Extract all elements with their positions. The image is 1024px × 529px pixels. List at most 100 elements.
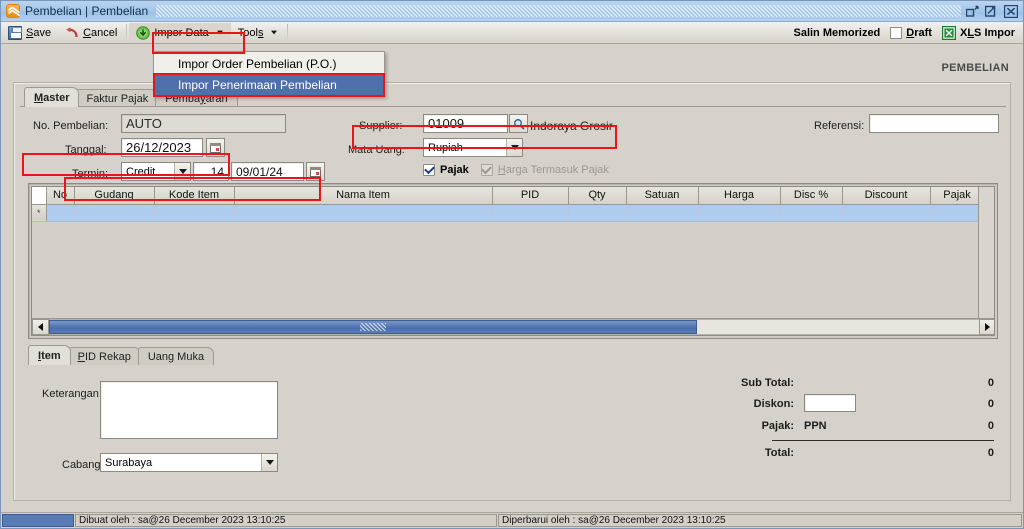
total-value: 0 [987, 447, 994, 459]
grid-horizontal-scrollbar[interactable] [32, 318, 994, 335]
row-marker[interactable]: * [32, 204, 47, 222]
cabang-select[interactable]: Surabaya [100, 453, 278, 472]
column-header-harga[interactable]: Harga [698, 187, 781, 205]
diskon-label: Diskon: [753, 398, 794, 410]
page-body: PEMBELIAN Master Faktur Pajak Pembayaran… [1, 44, 1023, 513]
termin-date-field[interactable]: 09/01/24 [231, 162, 304, 181]
sub-total-label: Sub Total: [741, 377, 794, 389]
pajak-checkbox-box[interactable] [423, 164, 435, 176]
referensi-label: Referensi: [814, 120, 865, 132]
xls-impor-label: XLS Impor [959, 26, 1015, 39]
table-cell[interactable] [74, 204, 155, 222]
pajak-checkbox-label: Pajak [440, 164, 469, 176]
tanggal-label: Tanggal: [65, 144, 107, 156]
tools-button-label: Tools [237, 26, 264, 39]
termin-type-select[interactable]: Credit [121, 162, 191, 181]
pajak-total-label: Pajak: [761, 420, 794, 432]
table-cell[interactable] [154, 204, 235, 222]
status-created: Dibuat oleh : sa@26 December 2023 13:10:… [75, 514, 497, 527]
column-header-pajak[interactable]: Pajak [930, 187, 985, 205]
chevron-down-icon[interactable] [174, 163, 190, 180]
tab-pid-rekap-label: PID Rekap [77, 350, 131, 363]
save-button[interactable]: Save [1, 23, 58, 43]
toolbar: Save Cancel Impor Data Tools Salin Memor… [1, 22, 1023, 44]
harga-termasuk-pajak-label: Harga Termasuk Pajak [497, 164, 609, 176]
tanggal-calendar-button[interactable] [206, 138, 225, 157]
close-icon[interactable] [1003, 4, 1018, 18]
diskon-value: 0 [987, 398, 994, 410]
menu-item-impor-order-pembelian[interactable]: Impor Order Pembelian (P.O.) [154, 53, 384, 74]
tab-faktur-pajak[interactable]: Faktur Pajak [76, 89, 159, 107]
tab-item[interactable]: Item [28, 345, 71, 365]
table-cell[interactable] [842, 204, 931, 222]
termin-calendar-button[interactable] [306, 162, 325, 181]
supplier-label: Supplier: [359, 120, 403, 132]
totals-divider [772, 440, 994, 441]
table-row[interactable]: * [32, 204, 994, 222]
scroll-right-icon[interactable] [979, 319, 994, 335]
tab-pid-rekap[interactable]: PID Rekap [67, 347, 141, 365]
xls-impor-button[interactable]: XLS Impor [941, 25, 1015, 40]
pajak-checkbox[interactable]: Pajak Harga Termasuk Pajak [423, 164, 609, 176]
restore-icon[interactable] [965, 4, 980, 18]
column-header-nama-item[interactable]: Nama Item [234, 187, 493, 205]
diskon-input[interactable] [804, 394, 856, 412]
column-header-discount[interactable]: Discount [842, 187, 931, 205]
master-form: No. Pembelian: AUTO Tanggal: 26/12/2023 … [14, 107, 1010, 181]
impor-data-button-label: Impor Data [154, 26, 209, 39]
no-pembelian-field[interactable]: AUTO [121, 114, 286, 133]
mata-uang-select[interactable]: Rupiah [423, 138, 523, 157]
cancel-button[interactable]: Cancel [58, 23, 124, 43]
chevron-down-icon[interactable] [506, 139, 522, 156]
table-cell[interactable] [626, 204, 699, 222]
column-header-satuan[interactable]: Satuan [626, 187, 699, 205]
mata-uang-value: Rupiah [428, 141, 463, 154]
table-cell[interactable] [492, 204, 569, 222]
column-header-kode-item[interactable]: Kode Item [154, 187, 235, 205]
scroll-left-icon[interactable] [32, 319, 49, 335]
hscroll-track[interactable] [49, 319, 979, 335]
supplier-code-field[interactable]: 01009 [423, 114, 508, 133]
total-label: Total: [764, 447, 794, 459]
chevron-down-icon[interactable] [261, 454, 277, 471]
termin-days-field[interactable]: 14 [193, 162, 229, 181]
table-cell[interactable] [568, 204, 627, 222]
salin-memorized-button[interactable]: Salin Memorized [793, 27, 880, 39]
draft-checkbox[interactable]: Draft [890, 26, 932, 39]
cancel-arrow-icon [65, 26, 79, 40]
toolbar-separator [287, 23, 289, 42]
supplier-search-button[interactable] [509, 114, 528, 133]
table-cell[interactable] [234, 204, 493, 222]
column-header-qty[interactable]: Qty [568, 187, 627, 205]
column-header-pid[interactable]: PID [492, 187, 569, 205]
menu-item-impor-penerimaan-pembelian[interactable]: Impor Penerimaan Pembelian [154, 74, 384, 95]
tab-master-label: Master [34, 91, 70, 104]
detail-tabs: Item PID Rekap Uang Muka [28, 345, 215, 365]
excel-icon [941, 25, 956, 40]
hscroll-thumb[interactable] [49, 320, 697, 334]
status-bar: Dibuat oleh : sa@26 December 2023 13:10:… [1, 512, 1023, 528]
pajak-total-value: 0 [987, 420, 994, 432]
table-cell[interactable] [780, 204, 843, 222]
table-cell[interactable] [930, 204, 985, 222]
referensi-field[interactable] [869, 114, 999, 133]
tab-master[interactable]: Master [24, 87, 80, 107]
table-corner-header [32, 187, 47, 205]
maximize-icon[interactable] [984, 4, 999, 18]
grid-vertical-scrollbar[interactable] [978, 187, 994, 335]
tanggal-field[interactable]: 26/12/2023 [121, 138, 203, 157]
title-bar-drag-area[interactable] [156, 5, 961, 17]
tools-button[interactable]: Tools [231, 23, 286, 43]
column-header-no[interactable]: No [46, 187, 75, 205]
table-cell[interactable] [698, 204, 781, 222]
column-header-disc-[interactable]: Disc % [780, 187, 843, 205]
toolbar-separator [126, 23, 128, 42]
column-header-gudang[interactable]: Gudang [74, 187, 155, 205]
table-cell[interactable] [46, 204, 75, 222]
tab-uang-muka[interactable]: Uang Muka [137, 347, 215, 365]
impor-data-button[interactable]: Impor Data [129, 22, 231, 43]
toolbar-right-group: Salin Memorized Draft XLS Impor [793, 25, 1023, 40]
keterangan-textarea[interactable] [100, 381, 278, 439]
draft-checkbox-box[interactable] [890, 26, 903, 39]
save-button-label: Save [26, 26, 52, 39]
